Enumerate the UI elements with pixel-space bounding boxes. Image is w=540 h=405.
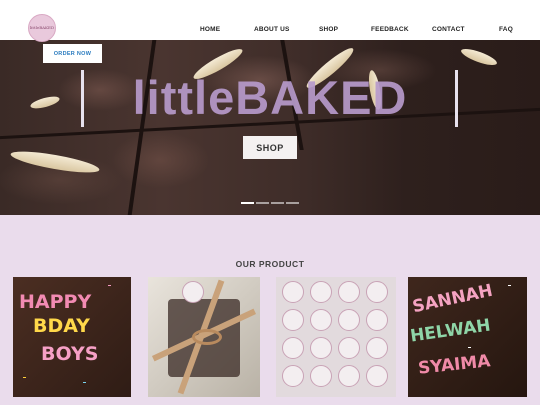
hero-title: littleBAKED (132, 71, 408, 124)
almond-slice (459, 45, 499, 69)
slide-indicator-3[interactable] (271, 202, 284, 204)
brand-sticker (338, 281, 360, 303)
slide-indicator-1[interactable] (241, 202, 254, 204)
nav-home[interactable]: HOME (200, 26, 220, 33)
brand-sticker (338, 365, 360, 387)
sprinkle (83, 382, 86, 383)
almond-slice (9, 147, 101, 177)
letter-decoration: SANNAH (410, 280, 495, 318)
brand-sticker (366, 337, 388, 359)
hero-shop-button[interactable]: SHOP (243, 136, 297, 159)
brand-sticker (366, 365, 388, 387)
product-card-happy-bday[interactable]: HAPPY BDAY BOYS (13, 277, 131, 397)
sprinkle (508, 285, 511, 286)
nav-feedback[interactable]: FEEDBACK (371, 26, 409, 33)
brand-logo[interactable]: littleBAKED (28, 14, 56, 42)
hero-title-right-bar (455, 70, 458, 127)
section-title: OUR PRODUCT (235, 259, 305, 269)
brand-sticker (366, 281, 388, 303)
product-card-stickers[interactable] (276, 277, 396, 397)
sprinkle (23, 377, 26, 378)
brand-sticker (366, 309, 388, 331)
letter-decoration: HAPPY (19, 291, 92, 313)
letter-decoration: HELWAH (409, 315, 492, 347)
hero-title-left-bar (81, 70, 84, 127)
product-card-gift-box[interactable] (148, 277, 260, 397)
brand-sticker (282, 365, 304, 387)
brand-sticker (310, 309, 332, 331)
brand-sticker (338, 337, 360, 359)
brand-sticker (310, 337, 332, 359)
nav-shop[interactable]: SHOP (319, 26, 338, 33)
brand-sticker (182, 281, 204, 303)
letter-decoration: SYAIMA (417, 351, 492, 379)
slide-indicator-2[interactable] (256, 202, 269, 204)
top-navigation-bar (0, 0, 540, 40)
letter-decoration: BOYS (41, 343, 99, 365)
almond-slice (29, 94, 61, 111)
nav-about-us[interactable]: ABOUT US (254, 26, 290, 33)
letter-decoration: BDAY (33, 315, 90, 337)
nav-faq[interactable]: FAQ (499, 26, 513, 33)
slide-indicator-4[interactable] (286, 202, 299, 204)
brand-sticker (310, 365, 332, 387)
sprinkle (108, 285, 111, 286)
brand-sticker (282, 337, 304, 359)
brand-sticker (310, 281, 332, 303)
product-card-names[interactable]: SANNAH HELWAH SYAIMA (408, 277, 527, 397)
brand-sticker (282, 309, 304, 331)
brand-sticker (338, 309, 360, 331)
order-now-button[interactable]: ORDER NOW (43, 44, 102, 63)
ribbon-bow (192, 329, 222, 345)
nav-contact[interactable]: CONTACT (432, 26, 465, 33)
sprinkle (468, 347, 471, 348)
brand-sticker (282, 281, 304, 303)
brand-logo-text: littleBAKED (29, 24, 55, 30)
